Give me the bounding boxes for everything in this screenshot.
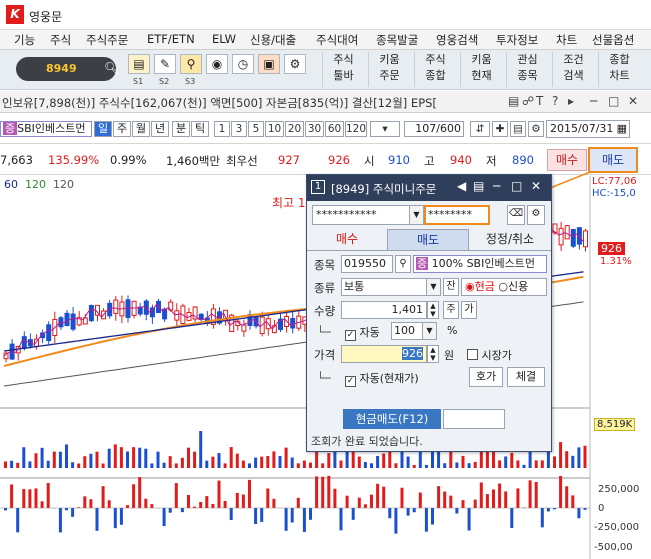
quantity-field[interactable]: 1,401	[341, 301, 427, 319]
price-unit: 원	[444, 349, 455, 362]
gear-icon[interactable]: ⚙	[527, 205, 545, 225]
eraser-icon[interactable]: ⌫	[507, 205, 525, 225]
stock-name-field[interactable]: 증 100% SBI인베스트먼	[413, 255, 547, 273]
account-select[interactable]: *********** ▼	[312, 205, 424, 225]
quantity-label: 수량	[314, 304, 336, 318]
market-badge: 증	[416, 257, 429, 270]
auto-price-label: 자동(현재가)	[359, 372, 419, 385]
quantity-available-button[interactable]: 가	[461, 301, 477, 319]
account-value: ***********	[316, 208, 377, 221]
tree-connector: └─	[317, 325, 331, 339]
auto-qty-label: 자동	[359, 326, 380, 339]
radio-credit-label: 신용	[507, 280, 529, 293]
auto-qty-checkbox[interactable]: ✓ 자동	[345, 324, 380, 341]
market-price-checkbox[interactable]: 시장가	[467, 347, 512, 363]
chevron-down-icon[interactable]: ▼	[409, 206, 423, 224]
execution-button[interactable]: 체결	[507, 367, 545, 387]
chevron-down-icon[interactable]: ▼	[422, 323, 436, 339]
chevron-down-icon[interactable]: ▼	[426, 279, 440, 295]
maximize-icon[interactable]: □	[511, 179, 522, 193]
order-tabs: 매수 매도 정정/취소	[307, 229, 551, 251]
market-price-label: 시장가	[481, 349, 512, 362]
auto-price-checkbox[interactable]: ✓ 자동(현재가)	[345, 370, 419, 387]
dialog-menu-icon[interactable]: ▤	[473, 179, 484, 193]
auto-percent-value: 100	[394, 324, 415, 337]
radio-credit[interactable]: ○신용	[498, 280, 528, 293]
order-type-value: 보통	[344, 280, 365, 293]
order-type-label: 종류	[314, 281, 336, 295]
submit-info-field	[443, 409, 505, 429]
balance-button[interactable]: 잔	[443, 278, 459, 296]
price-stepper[interactable]: ▲ ▼	[427, 345, 439, 363]
close-icon[interactable]: ✕	[531, 179, 541, 193]
tab-buy[interactable]: 매수	[307, 229, 387, 250]
stock-label: 종목	[314, 258, 336, 272]
tree-connector: └─	[317, 371, 331, 385]
price-value: 926	[402, 347, 423, 360]
cash-credit-radio-group: ◉현금 ○신용	[461, 278, 547, 296]
search-icon[interactable]: ⚲	[395, 255, 411, 273]
stock-name: SBI인베스트먼	[466, 257, 535, 270]
dialog-number-badge: 1	[311, 180, 325, 194]
stock-code-field[interactable]: 019550	[341, 255, 393, 273]
quantity-stepper[interactable]: ▲ ▼	[427, 301, 439, 319]
dialog-titlebar: 1 [8949] 주식미니주문 ◀ ▤ ─ □ ✕	[307, 175, 551, 201]
dialog-prev-icon[interactable]: ◀	[457, 179, 466, 193]
cash-sell-submit-button[interactable]: 현금매도(F12)	[343, 409, 441, 429]
minimize-icon[interactable]: ─	[493, 179, 500, 193]
margin-rate: 100%	[431, 257, 464, 270]
radio-cash-label: 현금	[474, 280, 495, 293]
dialog-title: [8949] 주식미니주문	[331, 182, 437, 196]
radio-cash[interactable]: ◉현금	[465, 280, 495, 293]
tab-sell[interactable]: 매도	[387, 229, 469, 250]
tab-modify-cancel[interactable]: 정정/취소	[469, 229, 551, 250]
quantity-shares-button[interactable]: 주	[443, 301, 459, 319]
quote-button[interactable]: 호가	[469, 367, 503, 387]
mini-order-dialog: 1 [8949] 주식미니주문 ◀ ▤ ─ □ ✕ *********** ▼ …	[306, 174, 552, 452]
price-field[interactable]: 926	[341, 345, 427, 363]
auto-percent-select[interactable]: 100 ▼	[391, 322, 437, 340]
price-label: 가격	[314, 348, 336, 362]
order-type-select[interactable]: 보통 ▼	[341, 278, 441, 296]
password-field[interactable]: ********	[424, 205, 490, 225]
status-message: 조회가 완료 되었습니다.	[311, 435, 423, 448]
percent-unit: %	[447, 324, 458, 337]
